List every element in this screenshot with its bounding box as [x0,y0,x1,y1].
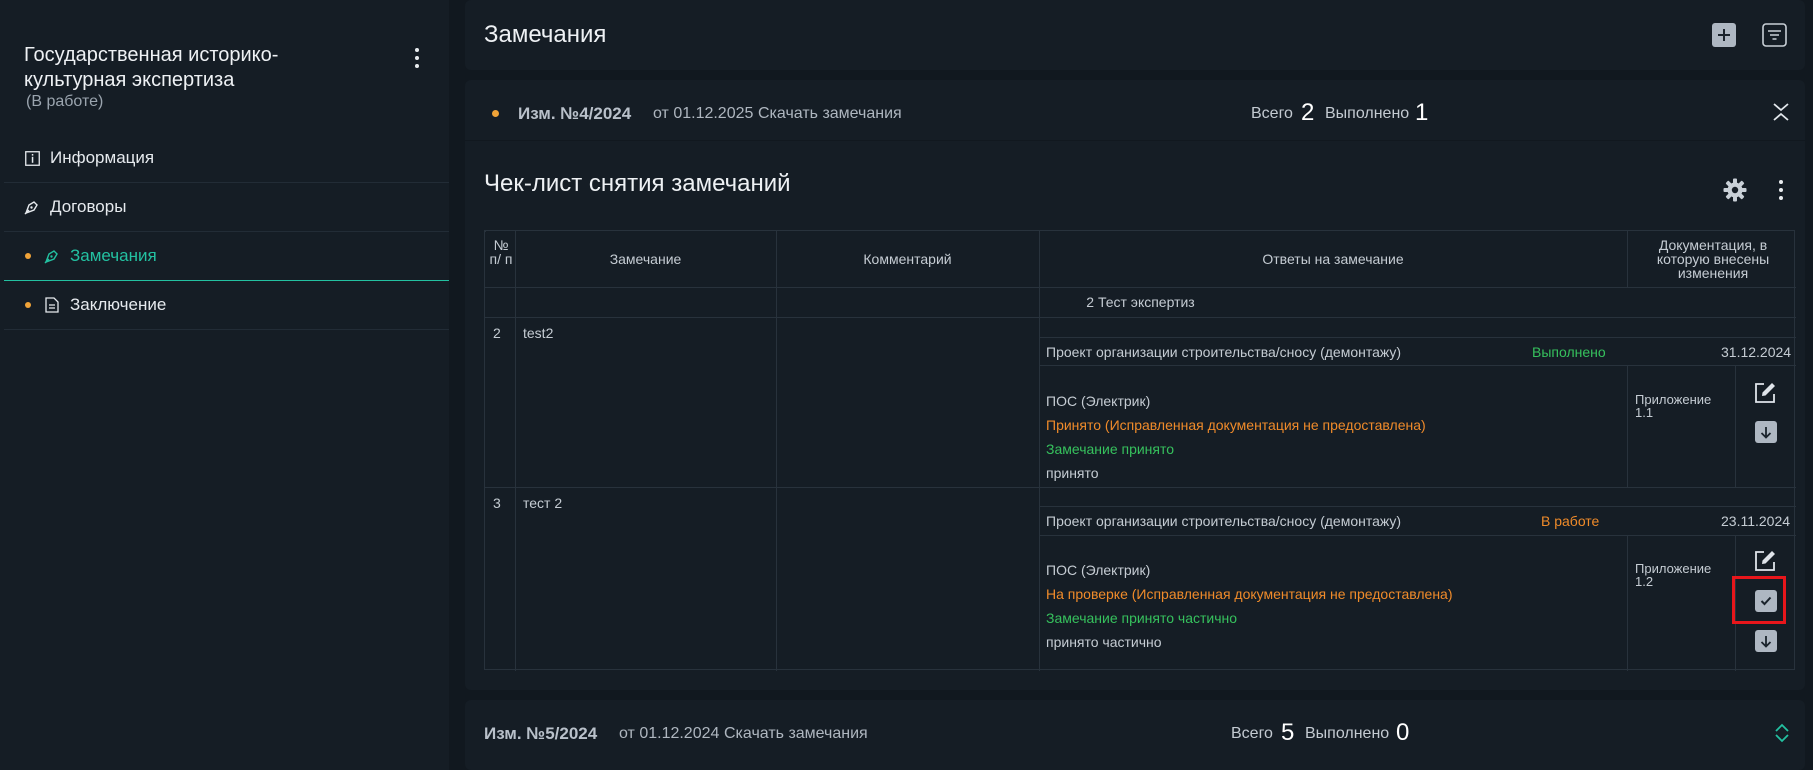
group-title: 2 Тест экспертиз [1086,294,1195,310]
revision-name: Изм. №5/2024 [484,724,598,743]
sidebar-item-info[interactable]: Информация [4,134,449,183]
document-icon [44,297,60,313]
sidebar-item-remarks[interactable]: Замечания [4,232,449,281]
project-title: Государственная историко-культурная эксп… [24,44,279,91]
answer-verdict: Замечание принято [1046,441,1175,457]
section-date: 31.12.2024 [1721,344,1792,360]
sidebar-item-label: Договоры [50,197,127,216]
pen-icon [44,248,60,264]
checklist-menu-icon[interactable] [1776,180,1786,200]
edit-icon[interactable] [1753,549,1777,573]
total-count: 2 [1301,99,1315,126]
doc-reference: Приложение 1.1 [1635,392,1712,420]
section-name: Проект организации строительства/сносу (… [1046,513,1402,529]
filter-button[interactable] [1762,23,1787,47]
remark-text: test2 [523,325,554,341]
column-header-remark: Замечание [609,251,682,267]
subsection-name: ПОС (Электрик) [1046,562,1151,578]
total-label: Всего [1231,725,1273,742]
download-remarks-link[interactable]: Скачать замечания [758,105,902,123]
highlight-box [1732,576,1786,624]
subsection-name: ПОС (Электрик) [1046,393,1151,409]
project-menu-icon[interactable] [412,48,422,68]
answer-verdict: Замечание принято частично [1046,610,1238,626]
section-date: 23.11.2024 [1721,513,1791,529]
project-status: (В работе) [26,93,104,110]
plus-icon [1718,29,1730,41]
checklist-title: Чек-лист снятия замечаний [484,170,791,197]
edit-icon[interactable] [1753,381,1777,405]
download-remarks-link[interactable]: Скачать замечания [724,725,868,743]
column-header-number: № п/ п [489,237,513,267]
arrow-down-icon [1760,426,1772,439]
sidebar-item-label: Замечания [70,246,157,265]
doc-reference: Приложение 1.2 [1635,561,1712,589]
section-status: В работе [1541,513,1600,529]
arrow-down-icon [1760,635,1772,648]
page-header [465,0,1805,70]
filter-icon [1762,23,1787,47]
download-button[interactable] [1755,630,1777,652]
total-count: 5 [1281,719,1295,746]
done-count: 0 [1396,719,1410,746]
sidebar: Государственная историко-культурная эксп… [0,0,449,770]
revision-date: от 01.12.2025 [653,105,754,122]
revision-name: Изм. №4/2024 [518,104,632,123]
sidebar-item-conclusion[interactable]: Заключение [4,281,449,330]
page-title: Замечания [484,21,607,48]
status-dot [492,110,499,117]
download-button[interactable] [1755,421,1777,443]
gear-icon [1723,178,1747,202]
sidebar-item-contracts[interactable]: Договоры [4,183,449,232]
column-header-documentation: Документация, в которую внесены изменени… [1656,237,1770,281]
collapse-icon[interactable] [1772,102,1790,122]
revision-date: от 01.12.2024 [619,725,720,742]
row-number: 3 [493,495,501,511]
section-status: Выполнено [1532,344,1606,360]
answer-note: принято [1046,465,1099,481]
answer-state: На проверке (Исправленная документация н… [1046,586,1453,602]
info-icon [24,150,40,166]
column-header-answers: Ответы на замечание [1262,251,1404,267]
status-dot [25,253,31,259]
done-label: Выполнено [1325,105,1410,122]
remark-text: тест 2 [523,495,563,511]
expand-icon[interactable] [1774,723,1790,743]
sidebar-item-label: Информация [50,148,155,167]
pen-icon [24,199,40,215]
divider [465,140,1805,141]
settings-button[interactable] [1723,178,1747,202]
answer-note: принято частично [1046,634,1162,650]
sidebar-nav: Информация Договоры Замечания Заключение [4,134,449,330]
done-label: Выполнено [1305,725,1390,742]
done-count: 1 [1415,99,1429,126]
row-number: 2 [493,325,501,341]
checklist-table: № п/ п Замечание Комментарий Ответы на з… [484,230,1796,671]
sidebar-item-label: Заключение [70,295,167,314]
status-dot [25,302,31,308]
total-label: Всего [1251,105,1293,122]
answer-state: Принято (Исправленная документация не пр… [1046,417,1426,433]
add-button[interactable] [1712,23,1736,47]
column-header-comment: Комментарий [863,251,952,267]
section-name: Проект организации строительства/сносу (… [1046,344,1402,360]
